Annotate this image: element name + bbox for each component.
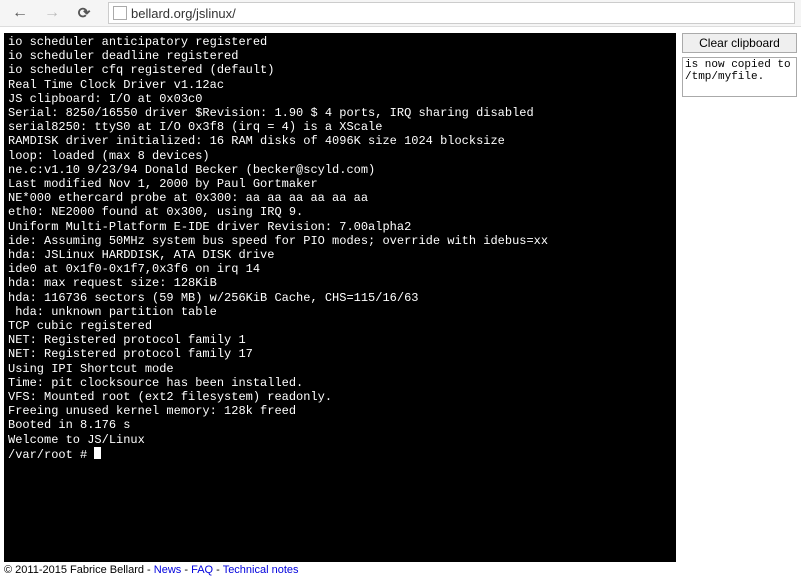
faq-link[interactable]: FAQ [191, 564, 213, 576]
url-text: bellard.org/jslinux/ [131, 6, 236, 21]
page-icon [113, 6, 127, 20]
reload-button[interactable]: ⟳ [70, 2, 98, 24]
address-bar[interactable]: bellard.org/jslinux/ [108, 2, 795, 24]
browser-toolbar: ← → ⟳ bellard.org/jslinux/ [0, 0, 801, 27]
back-button[interactable]: ← [6, 2, 34, 24]
footer: © 2011-2015 Fabrice Bellard - News - FAQ… [4, 564, 299, 576]
clipboard-textarea[interactable] [682, 57, 797, 97]
forward-button[interactable]: → [38, 2, 66, 24]
clipboard-panel: Clear clipboard [682, 33, 797, 97]
page-content: io scheduler anticipatory registered io … [0, 27, 801, 562]
terminal-output[interactable]: io scheduler anticipatory registered io … [4, 33, 676, 562]
copyright-text: © 2011-2015 Fabrice Bellard - [4, 564, 154, 576]
clear-clipboard-button[interactable]: Clear clipboard [682, 33, 797, 53]
news-link[interactable]: News [154, 564, 182, 576]
tech-notes-link[interactable]: Technical notes [223, 564, 299, 576]
